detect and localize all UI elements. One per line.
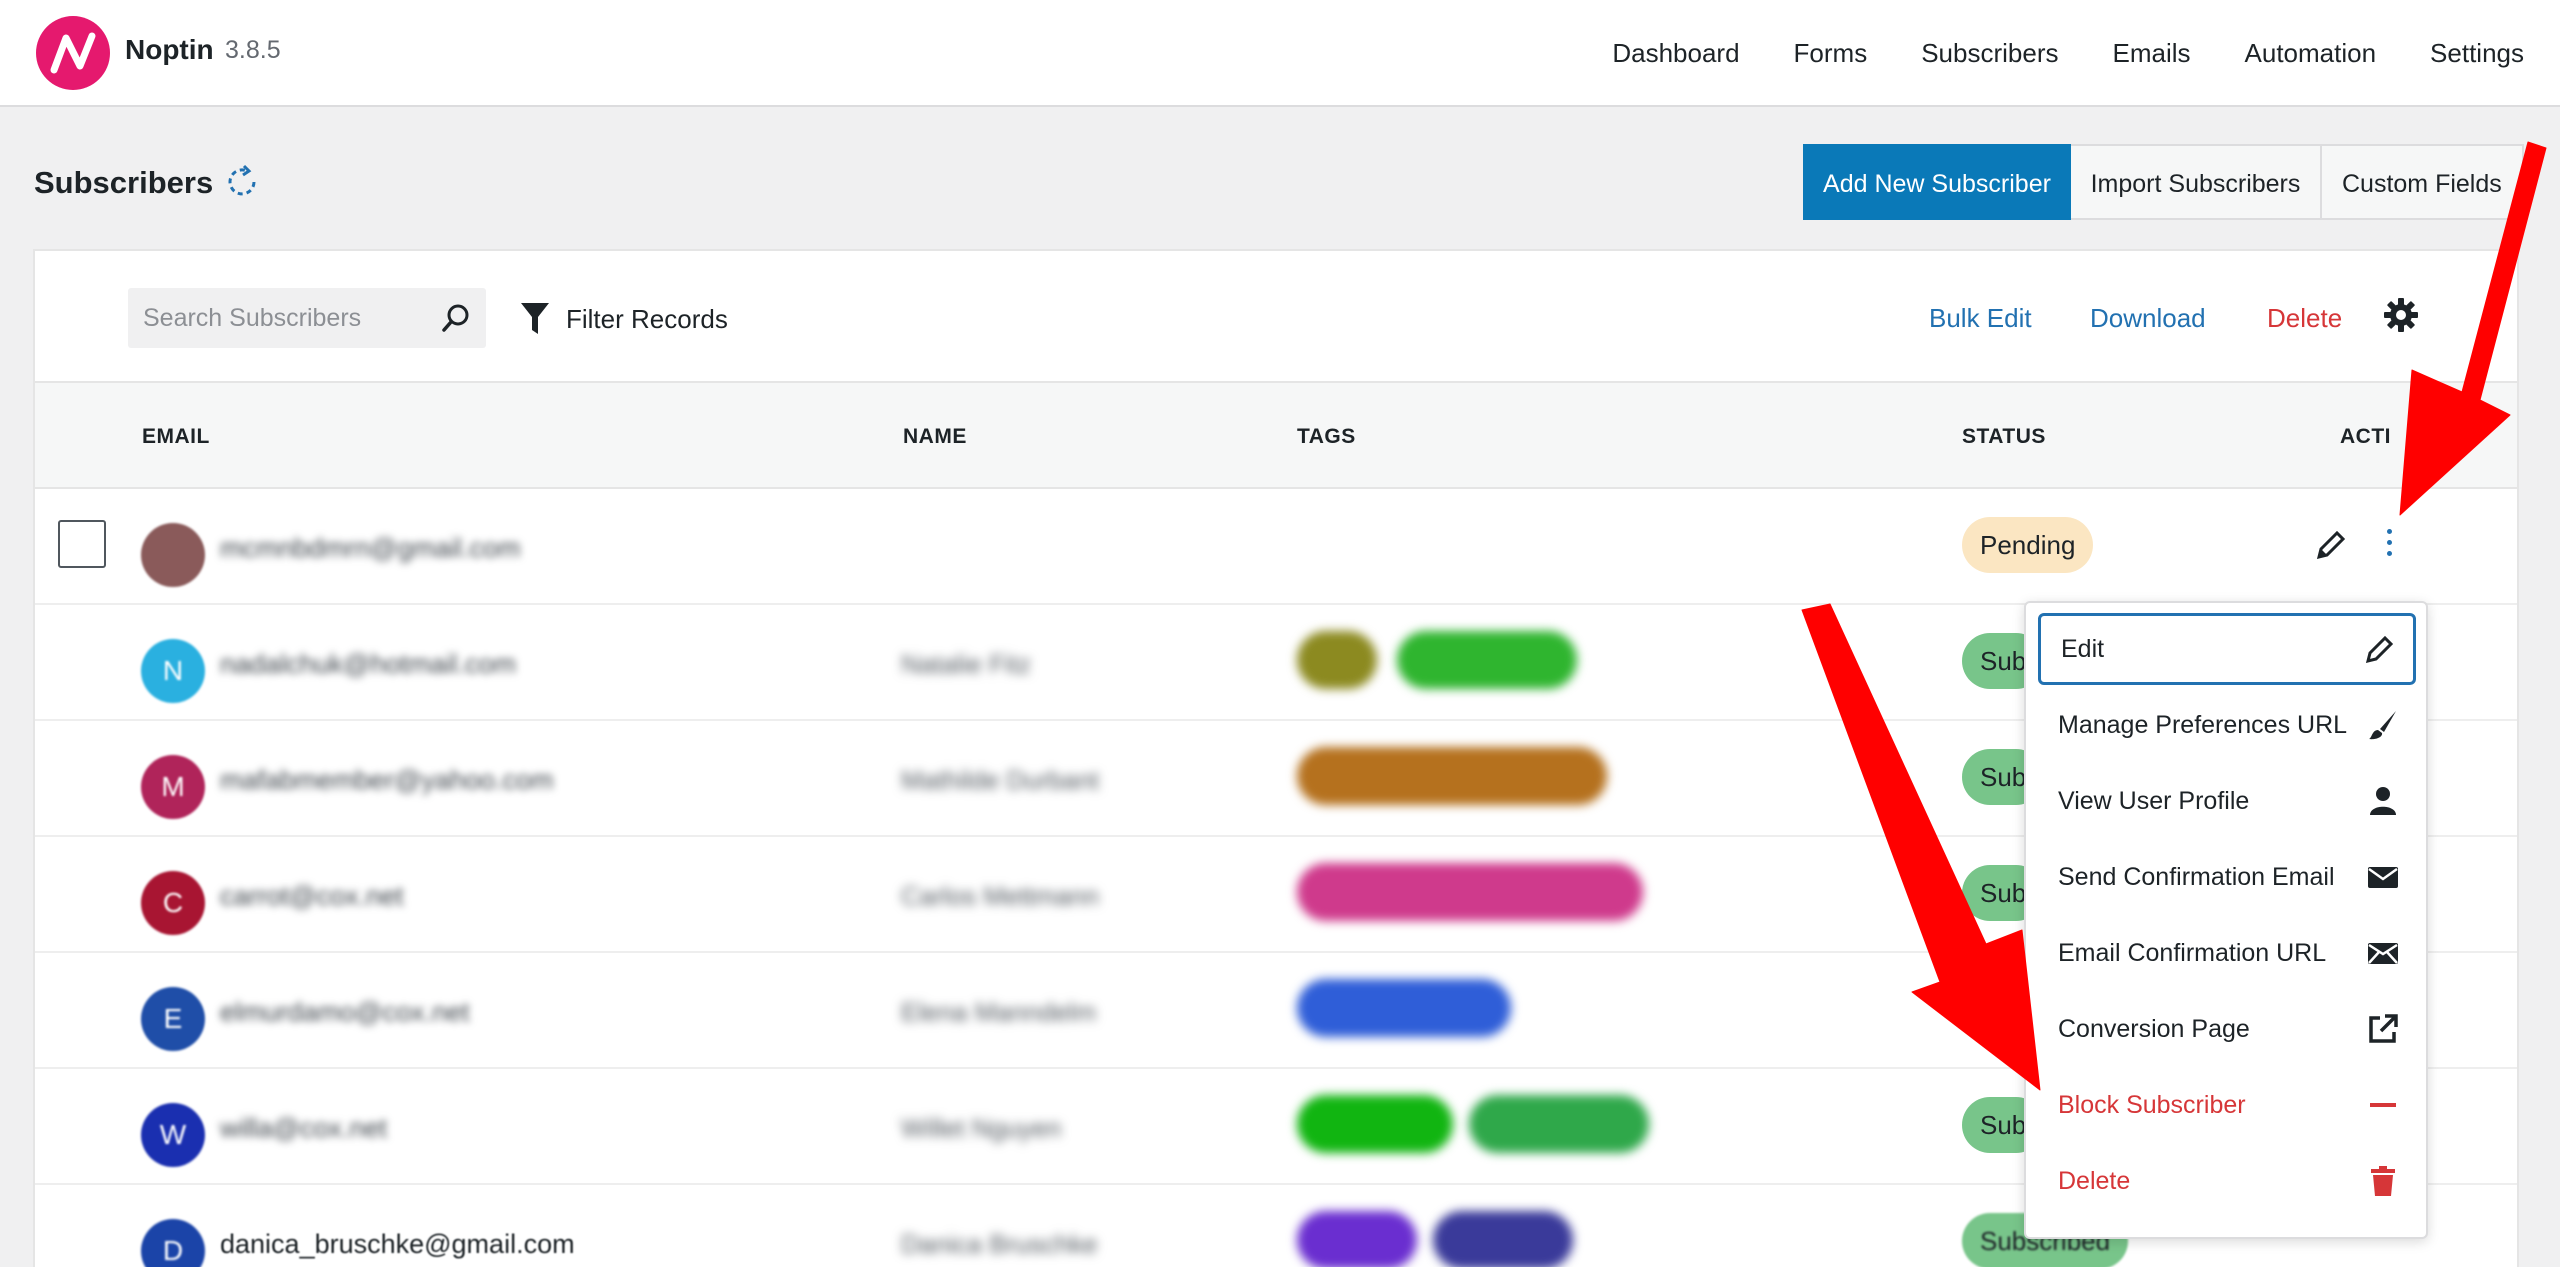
subscriber-name: Natalie Fitz [901,649,1032,679]
subscriber-email[interactable]: mafabmember@yahoo.com [220,765,554,796]
menu-edit[interactable]: Edit [2038,613,2416,685]
menu-block-subscriber-label: Block Subscriber [2058,1090,2246,1119]
menu-conversion-page[interactable]: Conversion Page [2038,993,2416,1065]
subscriber-email[interactable]: nadalchuk@hotmail.com [220,649,516,680]
pencil-icon [2365,635,2394,664]
menu-view-user-profile-label: View User Profile [2058,786,2250,815]
nav-subscribers[interactable]: Subscribers [1921,38,2058,69]
row-checkbox[interactable] [58,520,106,568]
tag-pill[interactable] [1469,1095,1649,1153]
trash-icon [2371,1166,2395,1196]
nav-settings[interactable]: Settings [2430,38,2524,69]
subscriber-email[interactable]: carrot@cox.net [220,881,403,912]
subscriber-email[interactable]: danica_bruschke@gmail.com [220,1229,575,1260]
annotation-arrow-icon [1801,603,2041,1091]
page-title: Subscribers [34,165,214,200]
menu-delete-label: Delete [2058,1166,2131,1195]
menu-send-confirmation-email[interactable]: Send Confirmation Email [2038,841,2416,913]
top-bar: Noptin 3.8.5 Dashboard Forms Subscribers… [0,0,2560,107]
filter-records-button[interactable]: Filter Records [520,297,728,341]
app-name: Noptin [125,34,214,65]
status-badge: Pending [1962,517,2094,573]
search-icon[interactable] [440,302,472,334]
avatar: M [141,755,205,819]
menu-manage-preferences-url[interactable]: Manage Preferences URL [2038,689,2416,761]
menu-manage-preferences-label: Manage Preferences URL [2058,710,2348,739]
subscriber-email[interactable]: elmurdamo@cox.net [220,997,470,1028]
filter-icon [521,303,549,334]
top-nav: Dashboard Forms Subscribers Emails Autom… [1612,0,2560,107]
menu-send-confirmation-label: Send Confirmation Email [2058,862,2335,891]
menu-delete[interactable]: Delete [2038,1145,2416,1217]
table-row: mcmnbdmrn@gmail.com Pending [35,489,2517,605]
avatar: D [141,1219,205,1267]
menu-email-confirmation-url-label: Email Confirmation URL [2058,938,2327,967]
nav-automation[interactable]: Automation [2245,38,2377,69]
tag-pill[interactable] [1297,979,1511,1037]
nav-dashboard[interactable]: Dashboard [1612,38,1739,69]
refresh-icon[interactable] [224,164,260,200]
tag-pill[interactable] [1297,747,1607,805]
pencil-icon[interactable] [2313,527,2349,563]
column-email[interactable]: EMAIL [142,425,210,449]
add-new-subscriber-button[interactable]: Add New Subscriber [1803,144,2071,220]
minus-icon [2370,1103,2396,1107]
envelope-open-icon [2368,943,2398,964]
tag-pill[interactable] [1397,631,1577,689]
avatar: W [141,1103,205,1167]
nav-forms[interactable]: Forms [1794,38,1868,69]
tag-pill[interactable] [1297,631,1377,689]
menu-block-subscriber[interactable]: Block Subscriber [2038,1069,2416,1141]
annotation-arrow-icon [2399,141,2547,516]
avatar: C [141,871,205,935]
column-status[interactable]: STATUS [1962,425,2046,449]
tag-pill[interactable] [1433,1211,1573,1267]
external-link-icon [2369,1014,2398,1043]
noptin-logo[interactable] [36,16,110,90]
nav-emails[interactable]: Emails [2113,38,2191,69]
subscriber-name: Danica Bruschke [901,1229,1098,1259]
app-version: 3.8.5 [225,36,281,64]
envelope-icon [2368,867,2398,888]
subscriber-name: Willet Nguyen [901,1113,1062,1143]
tag-pill[interactable] [1297,863,1643,921]
subscriber-name: Mathilde Durbant [901,765,1099,795]
download-link[interactable]: Download [2090,303,2206,334]
filter-records-label: Filter Records [566,303,728,334]
search-input[interactable] [128,288,428,348]
column-name[interactable]: NAME [903,425,967,449]
avatar: E [141,987,205,1051]
bulk-edit-link[interactable]: Bulk Edit [1929,303,2032,334]
subscriber-name: Elena Manndelm [901,997,1097,1027]
tag-pill[interactable] [1297,1211,1417,1267]
search-box [128,288,486,348]
avatar: N [141,639,205,703]
column-tags: TAGS [1297,425,1356,448]
brush-icon [2369,711,2396,740]
delete-link[interactable]: Delete [2267,303,2342,334]
noptin-logo-icon [50,32,96,74]
row-actions-menu: Edit Manage Preferences URL View User Pr… [2024,601,2428,1239]
menu-edit-label: Edit [2061,634,2105,663]
table-header: EMAIL NAME TAGS STATUS ACTI [35,381,2517,489]
subscriber-email[interactable]: mcmnbdmrn@gmail.com [220,533,520,564]
user-icon [2370,787,2396,815]
menu-email-confirmation-url[interactable]: Email Confirmation URL [2038,917,2416,989]
menu-conversion-page-label: Conversion Page [2058,1014,2250,1043]
subscriber-name: Carlos Mettmann [901,881,1099,911]
menu-view-user-profile[interactable]: View User Profile [2038,765,2416,837]
avatar [141,523,205,587]
tag-pill[interactable] [1297,1095,1453,1153]
import-subscribers-button[interactable]: Import Subscribers [2071,144,2322,220]
subscriber-email[interactable]: willa@cox.net [220,1113,387,1144]
